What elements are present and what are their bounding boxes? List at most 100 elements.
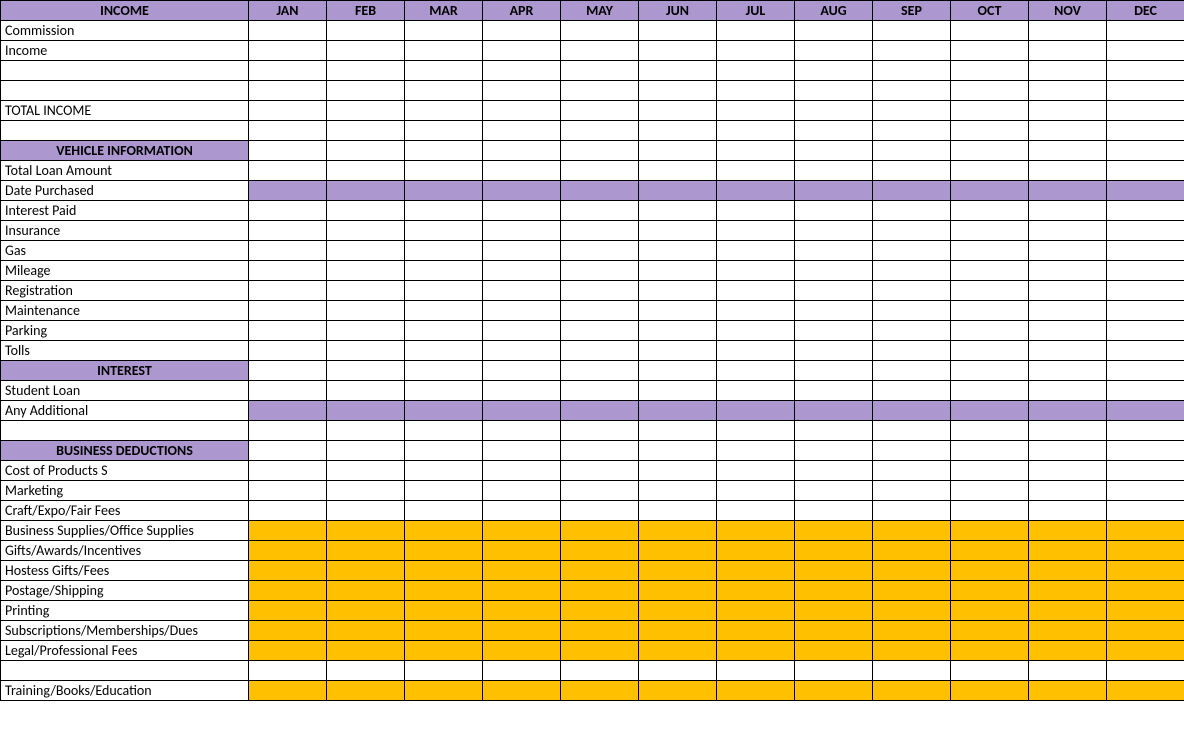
- data-cell[interactable]: [1107, 581, 1184, 601]
- data-cell[interactable]: [951, 501, 1029, 521]
- data-cell[interactable]: [1029, 501, 1107, 521]
- data-cell[interactable]: [483, 601, 561, 621]
- data-cell[interactable]: [249, 81, 327, 101]
- data-cell[interactable]: [561, 21, 639, 41]
- data-cell[interactable]: [717, 361, 795, 381]
- data-cell[interactable]: [1107, 341, 1184, 361]
- data-cell[interactable]: [717, 661, 795, 681]
- data-cell[interactable]: [795, 121, 873, 141]
- data-cell[interactable]: [1107, 641, 1184, 661]
- data-cell[interactable]: [951, 41, 1029, 61]
- data-cell[interactable]: [717, 321, 795, 341]
- data-cell[interactable]: [249, 461, 327, 481]
- data-cell[interactable]: [483, 661, 561, 681]
- data-cell[interactable]: [717, 581, 795, 601]
- data-cell[interactable]: [873, 221, 951, 241]
- data-cell[interactable]: [873, 161, 951, 181]
- data-cell[interactable]: [483, 581, 561, 601]
- data-cell[interactable]: [327, 601, 405, 621]
- data-cell[interactable]: [483, 361, 561, 381]
- data-cell[interactable]: [717, 141, 795, 161]
- data-cell[interactable]: [1029, 441, 1107, 461]
- data-cell[interactable]: [639, 601, 717, 621]
- data-cell[interactable]: [405, 561, 483, 581]
- data-cell[interactable]: [327, 281, 405, 301]
- data-cell[interactable]: [483, 621, 561, 641]
- data-cell[interactable]: [483, 61, 561, 81]
- data-cell[interactable]: [483, 81, 561, 101]
- data-cell[interactable]: [483, 441, 561, 461]
- data-cell[interactable]: [717, 621, 795, 641]
- row-label[interactable]: Cost of Products S: [1, 461, 249, 481]
- data-cell[interactable]: [1107, 381, 1184, 401]
- data-cell[interactable]: [1029, 461, 1107, 481]
- data-cell[interactable]: [717, 21, 795, 41]
- data-cell[interactable]: [405, 601, 483, 621]
- data-cell[interactable]: [327, 161, 405, 181]
- data-cell[interactable]: [1107, 161, 1184, 181]
- data-cell[interactable]: [639, 521, 717, 541]
- data-cell[interactable]: [717, 41, 795, 61]
- data-cell[interactable]: [249, 241, 327, 261]
- data-cell[interactable]: [249, 501, 327, 521]
- data-cell[interactable]: [795, 421, 873, 441]
- data-cell[interactable]: [1107, 121, 1184, 141]
- data-cell[interactable]: [249, 481, 327, 501]
- data-cell[interactable]: [717, 281, 795, 301]
- data-cell[interactable]: [1107, 141, 1184, 161]
- row-label[interactable]: Marketing: [1, 481, 249, 501]
- data-cell[interactable]: [795, 61, 873, 81]
- data-cell[interactable]: [951, 381, 1029, 401]
- data-cell[interactable]: [483, 561, 561, 581]
- data-cell[interactable]: [1029, 581, 1107, 601]
- data-cell[interactable]: [1107, 321, 1184, 341]
- data-cell[interactable]: [951, 301, 1029, 321]
- data-cell[interactable]: [951, 161, 1029, 181]
- data-cell[interactable]: [639, 181, 717, 201]
- header-label[interactable]: INCOME: [1, 1, 249, 21]
- data-cell[interactable]: [327, 141, 405, 161]
- data-cell[interactable]: [951, 21, 1029, 41]
- data-cell[interactable]: [951, 641, 1029, 661]
- data-cell[interactable]: [1107, 541, 1184, 561]
- data-cell[interactable]: [639, 621, 717, 641]
- data-cell[interactable]: [561, 541, 639, 561]
- data-cell[interactable]: [249, 661, 327, 681]
- data-cell[interactable]: [249, 181, 327, 201]
- data-cell[interactable]: [327, 461, 405, 481]
- row-label[interactable]: Business Supplies/Office Supplies: [1, 521, 249, 541]
- data-cell[interactable]: [1029, 21, 1107, 41]
- data-cell[interactable]: [639, 501, 717, 521]
- data-cell[interactable]: [1107, 301, 1184, 321]
- data-cell[interactable]: [873, 301, 951, 321]
- row-label[interactable]: VEHICLE INFORMATION: [1, 141, 249, 161]
- data-cell[interactable]: [249, 601, 327, 621]
- data-cell[interactable]: [717, 441, 795, 461]
- data-cell[interactable]: [717, 181, 795, 201]
- data-cell[interactable]: [795, 141, 873, 161]
- data-cell[interactable]: [327, 41, 405, 61]
- data-cell[interactable]: [249, 21, 327, 41]
- row-label[interactable]: INTEREST: [1, 361, 249, 381]
- header-month[interactable]: SEP: [873, 1, 951, 21]
- data-cell[interactable]: [795, 41, 873, 61]
- data-cell[interactable]: [717, 601, 795, 621]
- data-cell[interactable]: [951, 241, 1029, 261]
- data-cell[interactable]: [249, 301, 327, 321]
- data-cell[interactable]: [405, 301, 483, 321]
- data-cell[interactable]: [639, 141, 717, 161]
- data-cell[interactable]: [873, 101, 951, 121]
- data-cell[interactable]: [873, 261, 951, 281]
- data-cell[interactable]: [561, 341, 639, 361]
- data-cell[interactable]: [717, 341, 795, 361]
- row-label[interactable]: Date Purchased: [1, 181, 249, 201]
- data-cell[interactable]: [483, 681, 561, 701]
- data-cell[interactable]: [483, 161, 561, 181]
- data-cell[interactable]: [483, 641, 561, 661]
- data-cell[interactable]: [717, 161, 795, 181]
- data-cell[interactable]: [405, 141, 483, 161]
- data-cell[interactable]: [717, 401, 795, 421]
- row-label[interactable]: Commission: [1, 21, 249, 41]
- row-label[interactable]: Mileage: [1, 261, 249, 281]
- data-cell[interactable]: [873, 581, 951, 601]
